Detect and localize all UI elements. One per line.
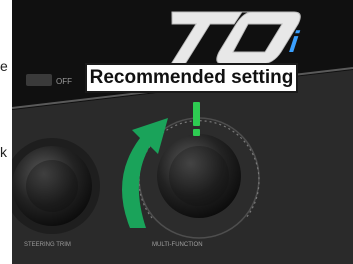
tick-mark-icon <box>193 102 200 136</box>
multi-function-label: MULTI-FUNCTION <box>152 242 203 248</box>
transmitter-illustration: i OFF STEERING TRIM MULTI-FUNCTION <box>12 0 353 264</box>
steering-trim-label: STEERING TRIM <box>24 242 71 248</box>
recommended-setting-callout: Recommended setting <box>85 63 298 93</box>
power-switch <box>26 74 52 86</box>
cropped-text-k: k <box>0 144 7 160</box>
transmitter-photo: i OFF STEERING TRIM MULTI-FUNCTION <box>12 0 353 264</box>
cropped-text-e: e <box>0 58 8 74</box>
switch-label: OFF <box>56 77 72 86</box>
